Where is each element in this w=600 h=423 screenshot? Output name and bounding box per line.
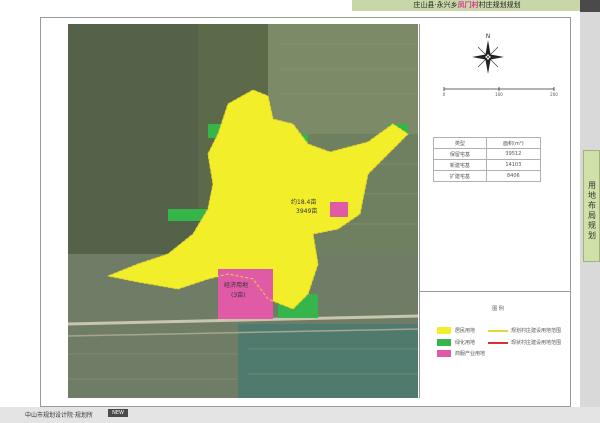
legend-label-pink: 商服产业用地 [455,351,486,357]
table-cell: 扩建宅基 [433,170,487,182]
scale-tick-1: 100 [495,92,503,96]
table-header-row: 类型 面积(m²) [433,137,542,149]
scale-tick-2: 200 [550,92,558,96]
legend-title: 图 例 [492,306,504,312]
title-village: 凤门村 [457,1,479,9]
table-header: 面积(m²) [485,137,542,149]
legend-label-green: 绿化用地 [455,340,476,346]
corner-block [580,0,600,12]
footer-badge: NEW [108,409,128,417]
legend-swatch-pink [437,350,451,357]
legend-swatch-yellow [437,327,451,334]
table-cell: 39512 [485,148,542,160]
side-tab[interactable]: 用地布局规划 [583,150,600,262]
side-tab-label: 用地布局规划 [588,181,596,240]
map-label-a2: 3949亩 [296,207,317,215]
table-cell: 8406 [485,170,542,182]
north-arrow-icon: N [470,30,506,80]
field-north [268,24,418,134]
title-suffix: 村庄规划规划 [478,1,521,9]
legend-line-yellow [488,330,508,332]
panel-divider [419,24,420,398]
legend-label-line-red: 现状村庄建设用地范围 [511,340,562,346]
drawing-title: 庄山县·永兴乡凤门村村庄规划规划 [352,0,582,11]
legend-label-line-yellow: 规划村庄建设用地范围 [511,328,562,334]
map-label-b: 经济用地 [224,281,248,289]
ponds-area [238,324,418,398]
legend-line-red [488,342,508,344]
table-cell: 14103 [485,159,542,171]
map-view[interactable]: 约18.4亩 3949亩 经济用地 (3亩) [68,24,418,398]
map-label-b2: (3亩) [231,291,246,299]
satellite-map: 约18.4亩 3949亩 经济用地 (3亩) [68,24,418,398]
legend-divider [420,291,570,292]
table-row: 保留宅基 39512 [433,148,542,160]
scale-bar: 0 100 200 [440,81,558,97]
title-prefix: 庄山县·永兴乡 [413,1,458,9]
table-header: 类型 [433,137,487,149]
table-row: 新建宅基 14103 [433,159,542,171]
table-row: 扩建宅基 8406 [433,170,542,182]
legend-label-yellow: 居民用地 [455,328,476,334]
footer-text: 中山市规划设计院·规划所 [25,412,93,419]
map-label-a: 约18.4亩 [291,198,316,206]
legend-swatch-green [437,339,451,346]
scale-tick-0: 0 [443,92,446,96]
area-stats-table: 类型 面积(m²) 保留宅基 39512 新建宅基 14103 扩建宅基 840… [433,137,542,182]
table-cell: 保留宅基 [433,148,487,160]
svg-text:N: N [486,33,491,40]
table-cell: 新建宅基 [433,159,487,171]
